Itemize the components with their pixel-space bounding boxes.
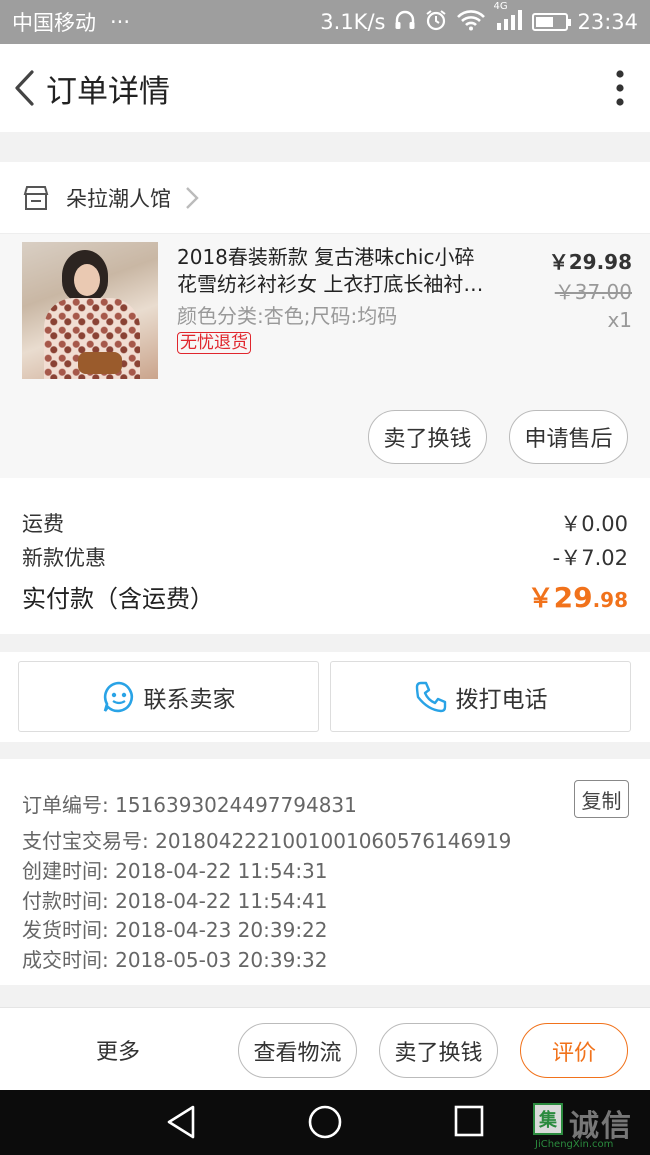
- headphones-icon: [394, 10, 416, 35]
- contact-seller-button[interactable]: 联系卖家: [18, 661, 319, 732]
- alarm-icon: [425, 9, 447, 36]
- original-price: ￥37.00: [554, 280, 632, 304]
- nav-home-icon[interactable]: [307, 1104, 343, 1140]
- order-number: 订单编号: 1516393024497794831: [22, 793, 357, 817]
- discount-value: -￥7.02: [552, 546, 628, 570]
- network-speed: 3.1K/s: [320, 10, 386, 34]
- total-label: 实付款（含运费）: [22, 585, 214, 613]
- battery-icon: [532, 13, 572, 31]
- shipping-label: 运费: [22, 512, 64, 536]
- chevron-right-icon: [186, 186, 199, 209]
- after-sales-button[interactable]: 申请售后: [509, 410, 628, 464]
- total-integer: 29: [553, 581, 593, 614]
- watermark-logo: 集: [533, 1103, 563, 1135]
- network-type: 4G: [493, 0, 508, 12]
- total-decimal: .98: [592, 588, 628, 612]
- product-spec: 颜色分类:杏色;尺码:均码: [177, 304, 398, 328]
- shop-icon: [23, 185, 49, 210]
- product-title[interactable]: 2018春装新款 复古港味chic小碎 花雪纺衫衬衫女 上衣打底长袖衬…: [177, 244, 507, 298]
- total-currency: ￥: [527, 584, 554, 614]
- more-button[interactable]: 更多: [96, 1034, 140, 1066]
- signal-icon: 4G: [493, 1, 523, 36]
- paid-time: 付款时间: 2018-04-22 11:54:41: [22, 889, 328, 913]
- review-button[interactable]: 评价: [520, 1023, 628, 1078]
- status-bar: 中国移动 ··· 3.1K/s 4G 23:34: [0, 0, 650, 44]
- order-item[interactable]: 2018春装新款 复古港味chic小碎 花雪纺衫衬衫女 上衣打底长袖衬… 颜色分…: [0, 234, 650, 478]
- nav-back-icon[interactable]: [165, 1104, 197, 1140]
- call-phone-button[interactable]: 拨打电话: [330, 661, 631, 732]
- contact-seller-label: 联系卖家: [143, 686, 236, 713]
- alipay-trade-number: 支付宝交易号: 2018042221001001060576146919: [22, 829, 512, 853]
- chat-bubble-icon: [103, 681, 133, 712]
- watermark-url: JiChengXin.com: [535, 1139, 614, 1150]
- shop-row[interactable]: 朵拉潮人馆: [0, 162, 650, 234]
- product-price: ￥29.98: [548, 250, 632, 274]
- phone-icon: [415, 681, 446, 712]
- view-logistics-button[interactable]: 查看物流: [238, 1023, 357, 1078]
- shop-name[interactable]: 朵拉潮人馆: [66, 183, 171, 213]
- page-title: 订单详情: [46, 73, 170, 110]
- discount-label: 新款优惠: [22, 546, 106, 570]
- return-badge: 无忧退货: [177, 332, 251, 354]
- shipped-time: 发货时间: 2018-04-23 20:39:22: [22, 918, 328, 942]
- copy-button[interactable]: 复制: [574, 780, 629, 818]
- fee-summary: 运费 ￥0.00 新款优惠 -￥7.02 实付款（含运费） ￥29.98: [0, 478, 650, 634]
- contact-section: 联系卖家 拨打电话: [0, 652, 650, 742]
- total-amount: ￥29.98: [528, 578, 628, 615]
- clock: 23:34: [577, 10, 638, 34]
- notification-dots: ···: [110, 10, 131, 34]
- created-time: 创建时间: 2018-04-22 11:54:31: [22, 859, 328, 883]
- product-title-line-2: 花雪纺衫衬衫女 上衣打底长袖衬…: [177, 272, 484, 296]
- order-info: 订单编号: 1516393024497794831 复制 支付宝交易号: 201…: [0, 759, 650, 985]
- completed-time: 成交时间: 2018-05-03 20:39:32: [22, 948, 328, 972]
- product-title-line-1: 2018春装新款 复古港味chic小碎: [177, 245, 475, 269]
- resell-bottom-button[interactable]: 卖了换钱: [379, 1023, 498, 1078]
- product-image[interactable]: [22, 242, 158, 379]
- app-header: 订单详情: [0, 44, 650, 132]
- more-menu-button[interactable]: [590, 44, 650, 132]
- carrier-label: 中国移动: [12, 11, 96, 35]
- bottom-action-bar: 更多 查看物流 卖了换钱 评价: [0, 1007, 650, 1090]
- resell-button[interactable]: 卖了换钱: [368, 410, 487, 464]
- back-button[interactable]: [2, 44, 46, 132]
- site-watermark: 集 诚信 JiChengXin.com: [533, 1101, 649, 1151]
- chevron-left-icon: [15, 70, 34, 106]
- nav-recents-icon[interactable]: [453, 1104, 485, 1138]
- shipping-value: ￥0.00: [560, 512, 628, 536]
- product-quantity: x1: [607, 308, 632, 332]
- call-phone-label: 拨打电话: [455, 686, 548, 713]
- wifi-icon: [456, 9, 486, 36]
- vertical-dots-icon: [616, 70, 624, 106]
